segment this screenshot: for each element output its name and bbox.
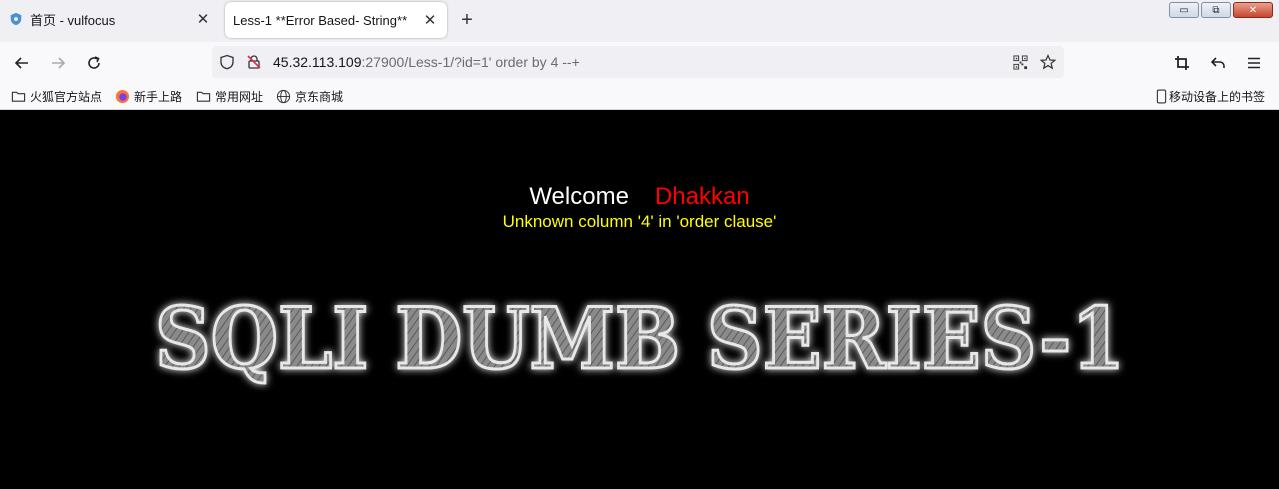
minimize-button[interactable]: ▭	[1169, 2, 1199, 18]
tab-title: Less-1 **Error Based- String**	[233, 12, 408, 28]
bookmark-label: 京东商城	[295, 90, 344, 104]
share-back-button[interactable]	[1205, 50, 1231, 76]
bookmarks-toolbar: 火狐官方站点 新手上路 常用网址 京东商城 移动设备上的书签	[0, 84, 1279, 110]
banner-text: SQLI DUMB SERIES-1	[155, 289, 1125, 388]
mobile-device-icon	[1155, 89, 1167, 105]
restore-button[interactable]: ⧉	[1201, 2, 1231, 18]
back-button[interactable]	[9, 50, 35, 76]
url-path: :27900/Less-1/?id=1' order by 4 --+	[361, 54, 580, 70]
bookmark-common-sites[interactable]: 常用网址	[195, 88, 263, 105]
new-tab-button[interactable]: +	[456, 9, 478, 31]
bookmark-label: 火狐官方站点	[30, 90, 103, 104]
back-arrow-icon	[14, 57, 28, 69]
bookmark-star-icon[interactable]	[1040, 54, 1056, 70]
forward-button[interactable]	[45, 50, 71, 76]
bookmark-label: 常用网址	[215, 90, 264, 104]
url-bar[interactable]: 45.32.113.109:27900/Less-1/?id=1' order …	[212, 46, 1064, 78]
bookmark-label: 新手上路	[134, 90, 183, 104]
mobile-bookmarks[interactable]: 移动设备上的书签	[1155, 88, 1265, 105]
firefox-icon	[114, 89, 130, 105]
close-tab-icon[interactable]: ✕	[419, 9, 441, 31]
forward-arrow-icon	[52, 57, 66, 69]
screenshot-button[interactable]	[1169, 50, 1195, 76]
tab-title: 首页 - vulfocus	[30, 12, 116, 28]
navigation-bar: 45.32.113.109:27900/Less-1/?id=1' order …	[0, 42, 1279, 84]
reload-icon	[88, 56, 100, 69]
crop-icon	[1175, 56, 1189, 70]
mobile-bookmarks-label: 移动设备上的书签	[1169, 90, 1266, 104]
shield-icon	[8, 11, 24, 27]
folder-icon	[195, 89, 211, 105]
bookmark-jd[interactable]: 京东商城	[275, 88, 343, 105]
username-text: Dhakkan	[654, 183, 750, 210]
bookmark-firefox-official[interactable]: 火狐官方站点	[10, 88, 102, 105]
url-text[interactable]: 45.32.113.109:27900/Less-1/?id=1' order …	[273, 54, 580, 70]
reply-arrow-icon	[1210, 57, 1225, 68]
sqli-dumb-series-banner: SQLI DUMB SERIES-1	[154, 288, 1127, 390]
close-window-button[interactable]: ✕	[1233, 2, 1273, 18]
page-content: Welcome Dhakkan Unknown column '4' in 'or…	[0, 111, 1279, 489]
globe-icon	[275, 89, 291, 105]
tracking-protection-icon[interactable]	[219, 54, 235, 70]
url-host: 45.32.113.109	[273, 54, 362, 70]
qr-code-icon[interactable]	[1012, 54, 1028, 70]
tab-vulfocus[interactable]: 首页 - vulfocus ✕	[0, 0, 220, 38]
hamburger-menu-icon	[1248, 57, 1260, 69]
reload-button[interactable]	[81, 50, 107, 76]
window-controls: ▭ ⧉ ✕	[1169, 2, 1273, 18]
welcome-line: Welcome Dhakkan	[0, 183, 1279, 211]
bookmark-getting-started[interactable]: 新手上路	[114, 88, 182, 105]
folder-icon	[10, 89, 26, 105]
menu-button[interactable]	[1241, 50, 1267, 76]
tab-less-1[interactable]: Less-1 **Error Based- String** ✕	[225, 2, 447, 38]
sql-error-message: Unknown column '4' in 'order clause'	[502, 212, 777, 231]
insecure-lock-icon[interactable]	[246, 54, 262, 70]
close-tab-icon[interactable]: ✕	[192, 8, 214, 30]
tab-strip: 首页 - vulfocus ✕ Less-1 **Error Based- St…	[0, 0, 1279, 42]
welcome-text: Welcome	[529, 183, 629, 210]
